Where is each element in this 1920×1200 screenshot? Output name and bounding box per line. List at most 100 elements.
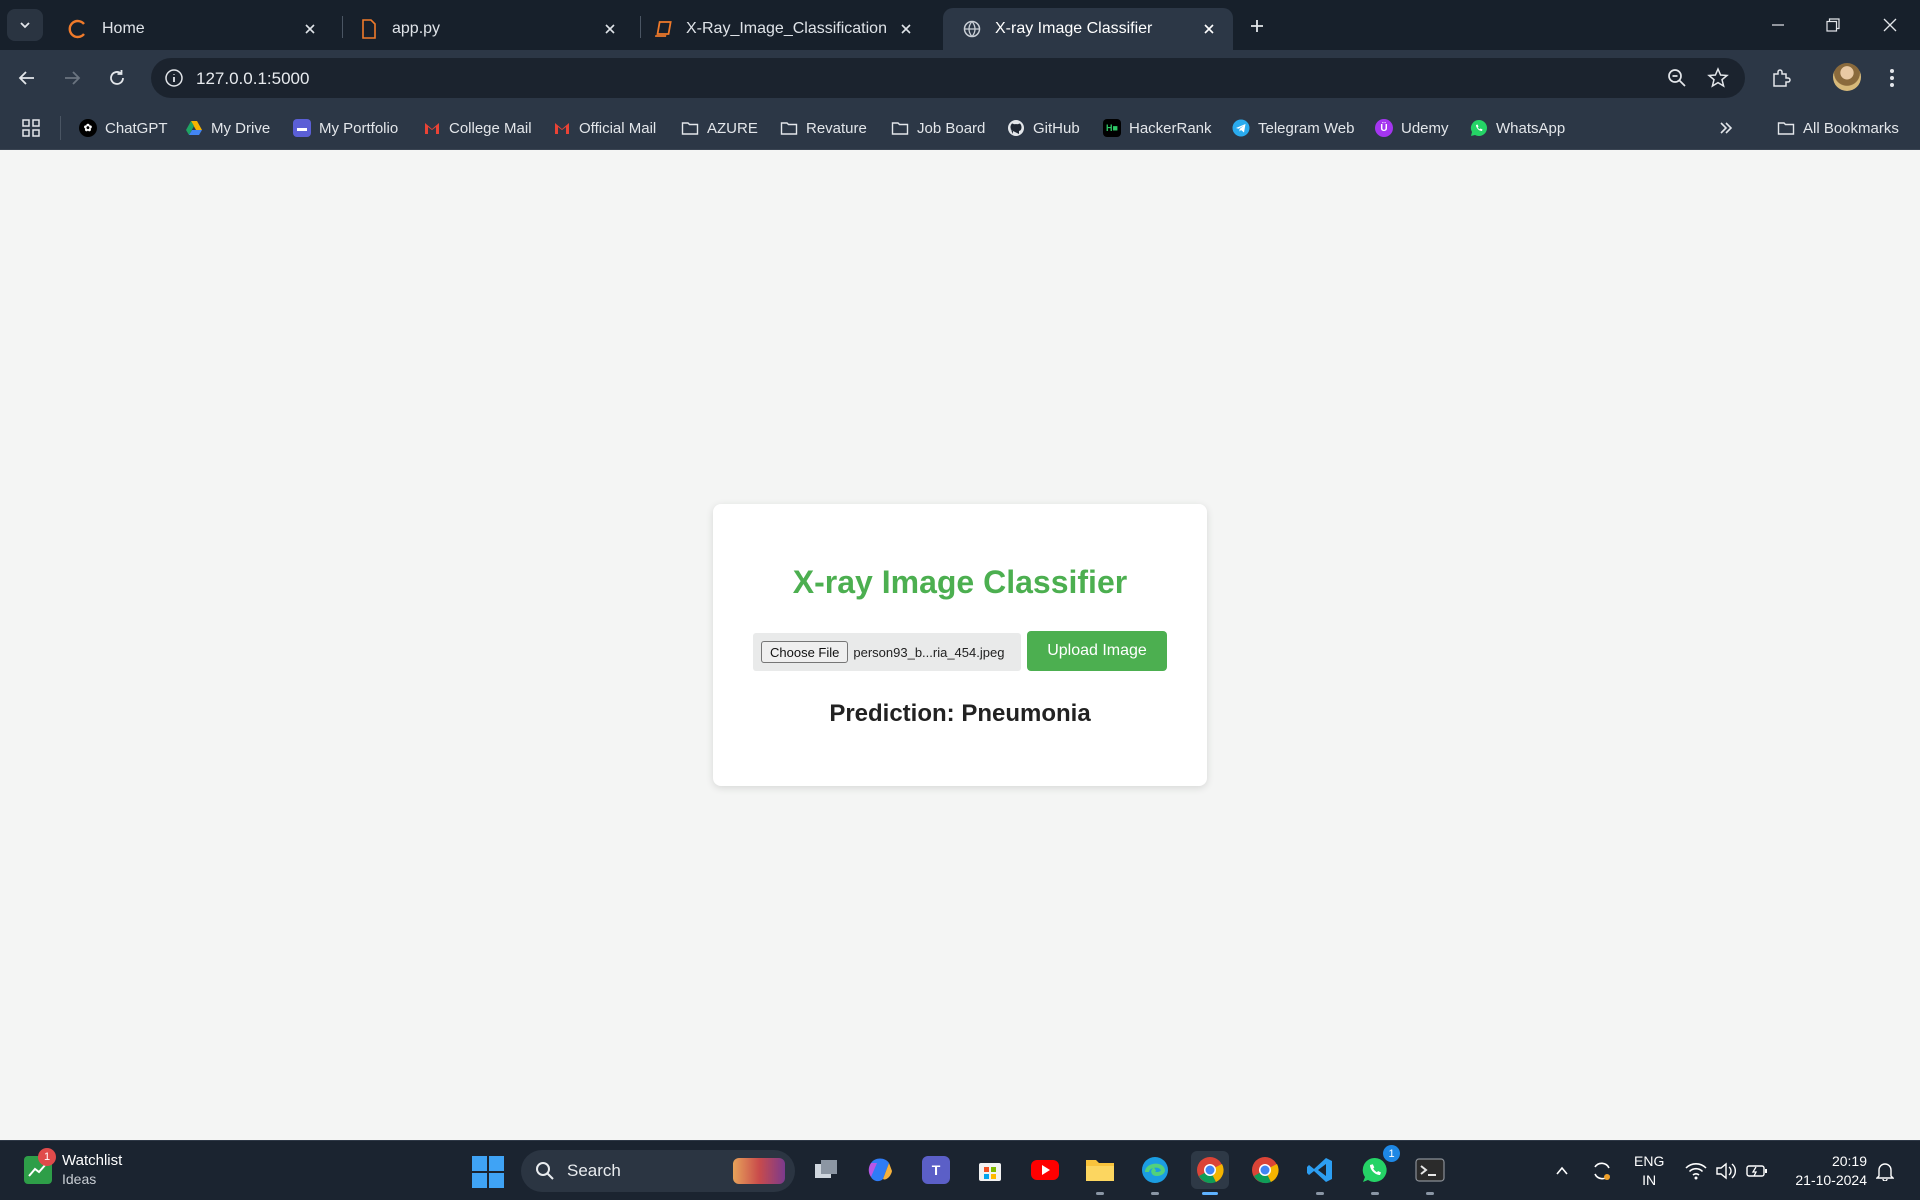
task-view-icon bbox=[815, 1160, 837, 1178]
youtube-button[interactable] bbox=[1026, 1151, 1064, 1189]
back-button[interactable] bbox=[12, 63, 42, 93]
chrome-icon bbox=[1252, 1157, 1279, 1184]
clock-date: 21-10-2024 bbox=[1795, 1172, 1867, 1188]
bookmark-label: My Drive bbox=[211, 119, 271, 137]
tab-app-py[interactable]: app.py bbox=[340, 8, 634, 50]
bookmark-folder-job-board[interactable]: Job Board bbox=[891, 116, 985, 140]
notifications-button[interactable] bbox=[1873, 1159, 1897, 1183]
bookmark-hackerrank[interactable]: H■ HackerRank bbox=[1103, 116, 1212, 140]
tab-home[interactable]: Home bbox=[48, 8, 334, 50]
menu-button[interactable] bbox=[1877, 63, 1907, 93]
gmail-icon bbox=[555, 123, 569, 134]
notebook-icon bbox=[655, 21, 672, 37]
whatsapp-button[interactable]: 1 bbox=[1356, 1145, 1400, 1195]
window-close-button[interactable] bbox=[1875, 10, 1905, 40]
system-clock[interactable]: 20:19 21-10-2024 bbox=[1785, 1152, 1867, 1190]
file-input[interactable]: Choose File person93_b...ria_454.jpeg bbox=[753, 633, 1021, 671]
running-indicator bbox=[1371, 1192, 1379, 1195]
task-view-button[interactable] bbox=[807, 1151, 845, 1189]
bookmark-college-mail[interactable]: College Mail bbox=[423, 116, 532, 140]
file-explorer-button[interactable] bbox=[1081, 1151, 1119, 1195]
new-tab-button[interactable] bbox=[1243, 12, 1271, 40]
bookmark-github[interactable]: GitHub bbox=[1007, 116, 1080, 140]
bookmark-label: Udemy bbox=[1401, 119, 1449, 137]
teams-button[interactable]: T bbox=[917, 1151, 955, 1189]
bookmark-whatsapp[interactable]: WhatsApp bbox=[1470, 116, 1565, 140]
bookmark-label: Telegram Web bbox=[1258, 119, 1355, 137]
tab-search-button[interactable] bbox=[7, 9, 43, 41]
apps-grid-icon bbox=[22, 119, 40, 137]
bookmark-label: Official Mail bbox=[579, 119, 657, 137]
bookmark-udemy[interactable]: Ü Udemy bbox=[1375, 116, 1449, 140]
profile-avatar[interactable] bbox=[1833, 63, 1861, 91]
vscode-button[interactable] bbox=[1301, 1151, 1339, 1195]
clock-time: 20:19 bbox=[1831, 1153, 1867, 1169]
volume-status[interactable] bbox=[1714, 1159, 1738, 1183]
folder-icon bbox=[1777, 122, 1795, 135]
wifi-icon bbox=[1685, 1163, 1707, 1180]
bookmark-folder-revature[interactable]: Revature bbox=[780, 116, 867, 140]
chrome-profile-button[interactable] bbox=[1191, 1151, 1229, 1195]
watchlist-widget[interactable]: 1 Watchlist Ideas bbox=[24, 1148, 123, 1189]
widget-subtitle: Ideas bbox=[62, 1171, 97, 1187]
bookmark-folder-azure[interactable]: AZURE bbox=[681, 116, 758, 140]
udemy-icon: Ü bbox=[1375, 119, 1393, 137]
restore-button[interactable] bbox=[1818, 10, 1848, 40]
windows-logo-icon bbox=[472, 1156, 487, 1171]
close-icon[interactable] bbox=[600, 19, 620, 39]
more-bookmarks-button[interactable] bbox=[1718, 116, 1734, 140]
edge-button[interactable] bbox=[1136, 1151, 1174, 1195]
terminal-button[interactable] bbox=[1411, 1151, 1449, 1195]
taskbar-search[interactable]: Search bbox=[521, 1150, 795, 1192]
tab-title: Home bbox=[102, 20, 145, 37]
apps-button[interactable] bbox=[21, 116, 41, 140]
battery-status[interactable] bbox=[1745, 1159, 1769, 1183]
extensions-button[interactable] bbox=[1766, 63, 1796, 93]
close-icon[interactable] bbox=[1199, 19, 1219, 39]
store-button[interactable] bbox=[971, 1151, 1009, 1189]
tab-xray-classifier[interactable]: X-ray Image Classifier bbox=[943, 8, 1233, 50]
minimize-button[interactable] bbox=[1763, 10, 1793, 40]
bookmark-label: AZURE bbox=[707, 119, 758, 137]
widget-title: Watchlist bbox=[62, 1152, 123, 1169]
chrome-button[interactable] bbox=[1246, 1151, 1284, 1189]
all-bookmarks-button[interactable]: All Bookmarks bbox=[1777, 116, 1899, 140]
bookmark-my-portfolio[interactable]: ▬ My Portfolio bbox=[293, 116, 398, 140]
address-bar[interactable]: 127.0.0.1:5000 bbox=[151, 58, 1745, 98]
site-info-icon[interactable] bbox=[163, 67, 185, 89]
bookmark-label: College Mail bbox=[449, 119, 532, 137]
all-bookmarks-label: All Bookmarks bbox=[1803, 119, 1899, 137]
wifi-status[interactable] bbox=[1684, 1159, 1708, 1183]
selected-file-name: person93_b...ria_454.jpeg bbox=[853, 644, 1005, 660]
zoom-icon[interactable] bbox=[1666, 67, 1688, 89]
drive-icon bbox=[186, 121, 202, 135]
chevron-down-icon bbox=[20, 22, 30, 29]
bookmark-star-icon[interactable] bbox=[1707, 67, 1729, 89]
forward-button[interactable] bbox=[57, 63, 87, 93]
bookmark-telegram[interactable]: Telegram Web bbox=[1232, 116, 1354, 140]
close-icon[interactable] bbox=[896, 19, 916, 39]
tab-title: X-Ray_Image_Classification bbox=[686, 20, 887, 37]
upload-image-button[interactable]: Upload Image bbox=[1027, 631, 1167, 671]
bookmark-label: HackerRank bbox=[1129, 119, 1212, 137]
bookmark-official-mail[interactable]: Official Mail bbox=[553, 116, 656, 140]
portfolio-icon: ▬ bbox=[293, 119, 311, 137]
running-indicator bbox=[1096, 1192, 1104, 1195]
puzzle-icon bbox=[1773, 69, 1791, 87]
bookmark-label: GitHub bbox=[1033, 119, 1080, 137]
gmail-icon bbox=[425, 123, 439, 134]
arrow-right-icon bbox=[65, 71, 81, 85]
close-icon[interactable] bbox=[300, 19, 320, 39]
sync-tray-button[interactable] bbox=[1590, 1159, 1614, 1183]
start-button[interactable] bbox=[472, 1156, 504, 1188]
copilot-button[interactable] bbox=[861, 1151, 899, 1189]
tab-notebook[interactable]: X-Ray_Image_Classification bbox=[634, 8, 930, 50]
language-indicator[interactable]: ENG IN bbox=[1634, 1152, 1664, 1190]
bookmark-my-drive[interactable]: My Drive bbox=[185, 116, 270, 140]
stock-chart-icon: 1 bbox=[24, 1148, 56, 1184]
show-hidden-icons-button[interactable] bbox=[1550, 1159, 1574, 1183]
edge-icon bbox=[1142, 1157, 1168, 1183]
reload-button[interactable] bbox=[102, 63, 132, 93]
choose-file-button[interactable]: Choose File bbox=[761, 641, 849, 663]
bookmark-chatgpt[interactable]: ✿ ChatGPT bbox=[79, 116, 168, 140]
